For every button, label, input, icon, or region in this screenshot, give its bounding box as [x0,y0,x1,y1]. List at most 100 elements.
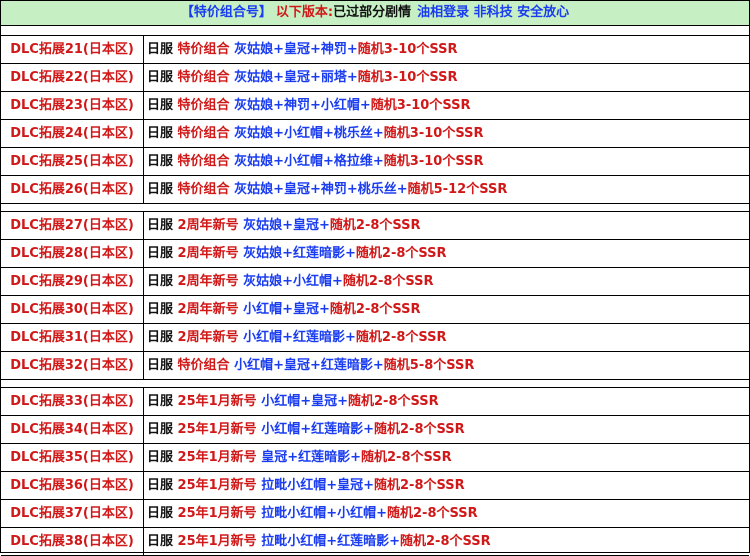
table-row: DLC拓展22(日本区) 日服 特价组合 灰姑娘+皇冠+丽塔+随机3-10个SSR [1,64,749,92]
offer-tag: 特价组合 [177,70,230,85]
character-list: 拉毗小红帽+小红帽+ [261,506,388,521]
server-label: 日服 [147,42,174,57]
offer-tag: 2周年新号 [177,246,239,261]
offer-tag: 特价组合 [177,358,230,373]
table-row: DLC拓展29(日本区) 日服 2周年新号 灰姑娘+小红帽+随机2-8个SSR [1,268,749,296]
server-label: 日服 [147,358,174,373]
dlc-name-cell: DLC拓展33(日本区) [1,388,144,415]
character-list: 灰姑娘+小红帽+桃乐丝+ [234,126,384,141]
dlc-name-cell: DLC拓展26(日本区) [1,176,144,203]
dlc-name-cell: DLC拓展31(日本区) [1,324,144,351]
random-ssr-bonus: 随机2-8个SSR [355,246,447,261]
dlc-name-cell: DLC拓展29(日本区) [1,268,144,295]
character-list: 皇冠+红莲暗影+ [261,450,362,465]
description-cell: 日服 特价组合 小红帽+皇冠+红莲暗影+随机5-8个SSR [144,352,749,379]
dlc-name-cell: DLC拓展28(日本区) [1,240,144,267]
server-label: 日服 [147,422,174,437]
server-label: 日服 [147,154,174,169]
table-row: DLC拓展30(日本区) 日服 2周年新号 小红帽+皇冠+随机2-8个SSR [1,296,749,324]
offer-tag: 2周年新号 [177,302,239,317]
character-list: 拉毗小红帽+红莲暗影+ [261,534,401,549]
description-cell: 日服 25年1月新号 拉毗小红帽+小红帽+随机2-8个SSR [144,500,749,527]
random-ssr-bonus: 随机3-10个SSR [383,126,484,141]
table-row: DLC拓展35(日本区) 日服 25年1月新号 皇冠+红莲暗影+随机2-8个SSR [1,444,749,472]
random-ssr-bonus: 随机2-8个SSR [387,506,478,521]
random-ssr-bonus: 随机2-8个SSR [348,394,439,409]
offer-tag: 特价组合 [177,154,230,169]
random-ssr-bonus: 随机2-8个SSR [374,422,465,437]
character-list: 灰姑娘+皇冠+神罚+桃乐丝+ [234,182,408,197]
random-ssr-bonus: 随机3-10个SSR [383,154,484,169]
character-list: 小红帽+红莲暗影+ [243,330,356,345]
offer-tag: 25年1月新号 [177,534,257,549]
dlc-name-cell: DLC拓展34(日本区) [1,416,144,443]
description-cell: 日服 特价组合 灰姑娘+小红帽+格拉维+随机3-10个SSR [144,148,749,175]
description-cell: 日服 25年1月新号 小红帽+皇冠+随机2-8个SSR [144,388,749,415]
table-row: DLC拓展38(日本区) 日服 25年1月新号 拉毗小红帽+红莲暗影+随机2-8个… [1,528,749,556]
description-cell: 日服 25年1月新号 皇冠+红莲暗影+随机2-8个SSR [144,444,749,471]
description-cell: 日服 25年1月新号 拉毗小红帽+红莲暗影+随机2-8个SSR [144,528,749,555]
offer-tag: 25年1月新号 [177,422,257,437]
group-separator [1,26,749,36]
server-label: 日服 [147,330,174,345]
table-row: DLC拓展37(日本区) 日服 25年1月新号 拉毗小红帽+小红帽+随机2-8个S… [1,500,749,528]
description-cell: 日服 特价组合 灰姑娘+皇冠+神罚+随机3-10个SSR [144,36,749,63]
dlc-name-cell: DLC拓展32(日本区) [1,352,144,379]
dlc-name-cell: DLC拓展27(日本区) [1,212,144,239]
table-row: DLC拓展24(日本区) 日服 特价组合 灰姑娘+小红帽+桃乐丝+随机3-10个S… [1,120,749,148]
server-label: 日服 [147,534,174,549]
description-cell: 日服 2周年新号 小红帽+红莲暗影+随机2-8个SSR [144,324,749,351]
server-label: 日服 [147,246,174,261]
table-row: DLC拓展32(日本区) 日服 特价组合 小红帽+皇冠+红莲暗影+随机5-8个SS… [1,352,749,380]
offer-tag: 25年1月新号 [177,506,257,521]
server-label: 日服 [147,274,174,289]
description-cell: 日服 2周年新号 灰姑娘+皇冠+随机2-8个SSR [144,212,749,239]
random-ssr-bonus: 随机2-8个SSR [329,302,421,317]
dlc-name-cell: DLC拓展25(日本区) [1,148,144,175]
description-cell: 日服 25年1月新号 小红帽+红莲暗影+随机2-8个SSR [144,416,749,443]
character-list: 小红帽+皇冠+红莲暗影+ [234,358,384,373]
character-list: 小红帽+红莲暗影+ [261,422,375,437]
description-cell: 日服 2周年新号 灰姑娘+红莲暗影+随机2-8个SSR [144,240,749,267]
dlc-name-cell: DLC拓展38(日本区) [1,528,144,555]
description-cell: 日服 2周年新号 小红帽+皇冠+随机2-8个SSR [144,296,749,323]
character-list: 灰姑娘+皇冠+神罚+ [234,42,358,57]
table-row: DLC拓展31(日本区) 日服 2周年新号 小红帽+红莲暗影+随机2-8个SSR [1,324,749,352]
server-label: 日服 [147,506,174,521]
description-cell: 日服 特价组合 灰姑娘+小红帽+桃乐丝+随机3-10个SSR [144,120,749,147]
server-label: 日服 [147,182,174,197]
random-ssr-bonus: 随机3-10个SSR [357,70,458,85]
offer-tag: 25年1月新号 [177,478,257,493]
server-label: 日服 [147,302,174,317]
offer-tag: 2周年新号 [177,218,239,233]
description-cell: 日服 特价组合 灰姑娘+皇冠+神罚+桃乐丝+随机5-12个SSR [144,176,749,203]
header-banner: 【特价组合号】 以下版本:已过部分剧情 油相登录 非科技 安全放心 [1,1,749,26]
table-body: DLC拓展21(日本区) 日服 特价组合 灰姑娘+皇冠+神罚+随机3-10个SSR… [1,26,749,556]
server-label: 日服 [147,70,174,85]
dlc-name-cell: DLC拓展23(日本区) [1,92,144,119]
description-cell: 日服 特价组合 灰姑娘+神罚+小红帽+随机3-10个SSR [144,92,749,119]
random-ssr-bonus: 随机3-10个SSR [357,42,458,57]
server-label: 日服 [147,394,174,409]
random-ssr-bonus: 随机2-8个SSR [342,274,434,289]
banner-story-note: 已过部分剧情 [333,5,412,20]
description-cell: 日服 2周年新号 灰姑娘+小红帽+随机2-8个SSR [144,268,749,295]
character-list: 灰姑娘+小红帽+ [243,274,343,289]
dlc-name-cell: DLC拓展36(日本区) [1,472,144,499]
offer-tag: 特价组合 [177,42,230,57]
table-row: DLC拓展25(日本区) 日服 特价组合 灰姑娘+小红帽+格拉维+随机3-10个S… [1,148,749,176]
offer-tag: 2周年新号 [177,330,239,345]
random-ssr-bonus: 随机2-8个SSR [400,534,491,549]
banner-safety-note: 油相登录 非科技 安全放心 [417,5,570,20]
random-ssr-bonus: 随机5-12个SSR [407,182,508,197]
server-label: 日服 [147,98,174,113]
random-ssr-bonus: 随机5-8个SSR [383,358,475,373]
character-list: 灰姑娘+皇冠+丽塔+ [234,70,358,85]
character-list: 小红帽+皇冠+ [243,302,330,317]
banner-version-label: 以下版本: [275,5,334,20]
table-row: DLC拓展23(日本区) 日服 特价组合 灰姑娘+神罚+小红帽+随机3-10个SS… [1,92,749,120]
server-label: 日服 [147,478,174,493]
table-row: DLC拓展33(日本区) 日服 25年1月新号 小红帽+皇冠+随机2-8个SSR [1,388,749,416]
offer-tag: 25年1月新号 [177,394,257,409]
banner-title: 【特价组合号】 [180,5,272,20]
